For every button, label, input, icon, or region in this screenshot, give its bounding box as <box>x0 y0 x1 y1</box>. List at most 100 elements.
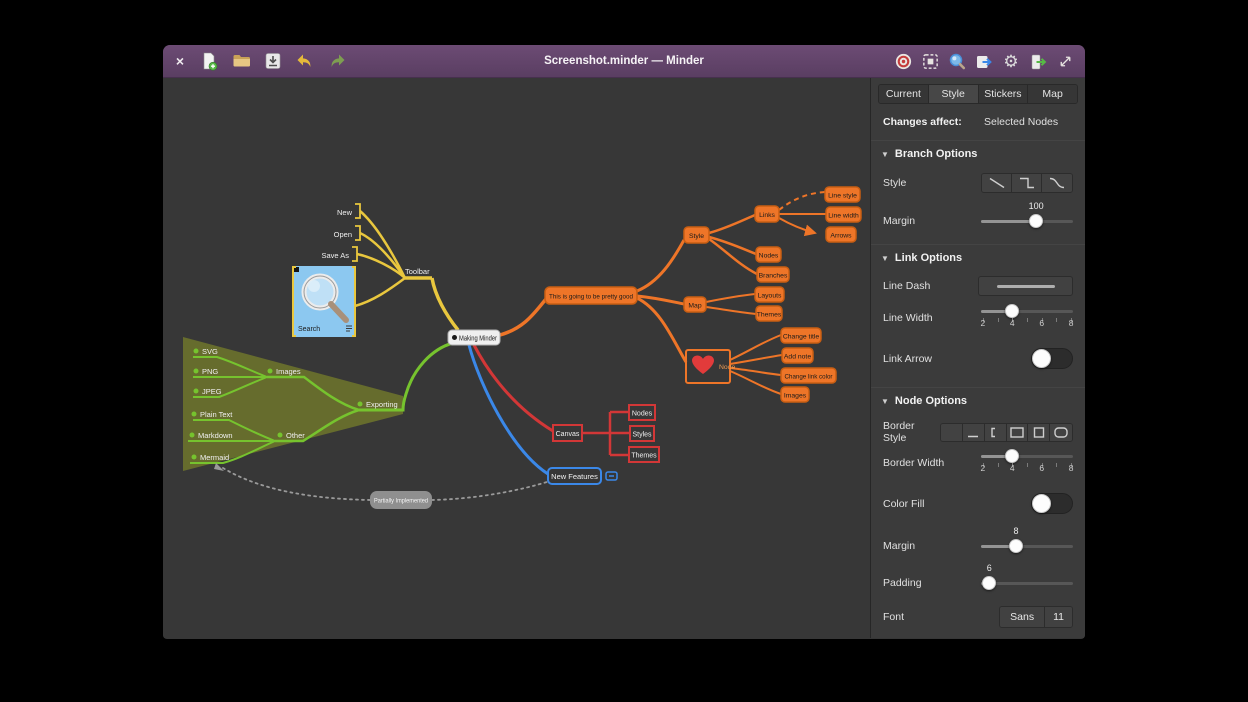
node-margin-slider[interactable]: 8 <box>981 539 1073 553</box>
border-rounded-button[interactable] <box>1050 424 1072 441</box>
slider-handle[interactable] <box>1029 214 1043 228</box>
branch-style-curved-button[interactable] <box>1042 174 1072 192</box>
slider-handle[interactable] <box>1009 539 1023 553</box>
border-width-slider[interactable]: 2 4 6 8 <box>981 449 1073 463</box>
slider-handle[interactable] <box>982 576 996 590</box>
border-box-button[interactable] <box>1007 424 1029 441</box>
svg-text:New Features: New Features <box>551 472 598 481</box>
tab-style[interactable]: Style <box>929 85 979 103</box>
branch-style-squared-button[interactable] <box>1012 174 1042 192</box>
bullet-icon <box>268 369 273 374</box>
new-document-button[interactable] <box>197 49 221 73</box>
node-exporting[interactable]: Exporting <box>366 400 398 409</box>
svg-text:Making Minder: Making Minder <box>459 335 498 342</box>
settings-button[interactable]: ⚙ <box>999 50 1023 74</box>
link-arrow-toggle[interactable] <box>1031 348 1073 369</box>
node-jpeg[interactable]: JPEG <box>202 387 222 396</box>
undo-button[interactable] <box>293 49 317 73</box>
node-root[interactable]: Making Minder <box>448 330 500 345</box>
svg-text:This is going to be pretty goo: This is going to be pretty good <box>549 294 633 301</box>
solid-line-icon <box>997 285 1055 288</box>
app-window: × <box>163 45 1085 639</box>
disclosure-triangle-icon: ▼ <box>881 397 889 406</box>
redo-button[interactable] <box>325 49 349 73</box>
zoom-button[interactable] <box>945 50 969 74</box>
sticker-dot-icon <box>452 335 457 340</box>
node-save-as[interactable]: Save As <box>321 251 349 260</box>
close-button[interactable]: × <box>171 52 189 70</box>
line-width-slider[interactable]: 2 4 6 8 <box>981 304 1073 318</box>
fullscreen-button[interactable] <box>1053 50 1077 74</box>
collapsed-indicator-icon[interactable] <box>606 472 617 480</box>
export-share-button[interactable] <box>972 50 996 74</box>
export-button[interactable] <box>1026 50 1050 74</box>
link-arrow-label: Link Arrow <box>883 353 932 365</box>
node-new[interactable]: New <box>337 208 353 217</box>
branch-style-straight-button[interactable] <box>982 174 1012 192</box>
mindmap-canvas[interactable]: Toolbar New Open Save As Search <box>163 78 870 638</box>
slider-handle[interactable] <box>1005 304 1019 318</box>
node-search[interactable]: Search <box>293 266 355 337</box>
undo-icon <box>295 51 315 71</box>
node-heart[interactable]: Node <box>686 350 735 383</box>
border-underline-button[interactable] <box>963 424 985 441</box>
changes-affect-selector[interactable]: Selected Nodes <box>984 116 1058 128</box>
svg-text:Themes: Themes <box>757 312 782 319</box>
changes-affect-label: Changes affect: <box>883 116 962 128</box>
svg-text:Styles: Styles <box>632 432 652 439</box>
tab-stickers[interactable]: Stickers <box>979 85 1029 103</box>
tab-map[interactable]: Map <box>1028 85 1077 103</box>
svg-text:Arrows: Arrows <box>830 233 852 240</box>
color-fill-toggle[interactable] <box>1031 493 1073 514</box>
branch-margin-label: Margin <box>883 215 915 227</box>
border-square-button[interactable] <box>1028 424 1050 441</box>
line-dash-label: Line Dash <box>883 280 930 292</box>
bullet-icon <box>194 389 199 394</box>
node-padding-slider[interactable]: 6 <box>981 576 1073 590</box>
svg-text:Add note: Add note <box>784 354 811 361</box>
svg-text:Style: Style <box>689 233 704 240</box>
tab-current[interactable]: Current <box>879 85 929 103</box>
save-button[interactable] <box>261 49 285 73</box>
branch-options-header[interactable]: ▼ Branch Options <box>881 148 977 160</box>
node-options-header[interactable]: ▼ Node Options <box>881 395 967 407</box>
node-svg[interactable]: SVG <box>202 347 218 356</box>
node-open[interactable]: Open <box>334 230 352 239</box>
border-style-buttons <box>940 423 1073 442</box>
node-other[interactable]: Other <box>286 431 305 440</box>
border-bracket-button[interactable] <box>985 424 1007 441</box>
svg-text:Images: Images <box>784 393 807 400</box>
heart-icon <box>692 356 714 375</box>
snap-grid-button[interactable] <box>918 50 942 74</box>
svg-text:Links: Links <box>759 212 775 219</box>
link-options-header[interactable]: ▼ Link Options <box>881 252 962 264</box>
gear-icon: ⚙ <box>1003 53 1018 70</box>
node-images[interactable]: Images <box>276 367 301 376</box>
branch-style-buttons <box>981 173 1073 193</box>
border-style-label: Border Style <box>883 420 940 444</box>
border-width-label: Border Width <box>883 457 944 469</box>
node-markdown[interactable]: Markdown <box>198 431 233 440</box>
share-icon <box>974 52 994 72</box>
magnifier-icon <box>947 52 967 72</box>
line-width-label: Line Width <box>883 312 933 324</box>
open-button[interactable] <box>229 49 253 73</box>
node-toolbar[interactable]: Toolbar <box>405 267 430 276</box>
svg-text:Branches: Branches <box>759 273 788 280</box>
node-mermaid[interactable]: Mermaid <box>200 453 229 462</box>
svg-text:Nodes: Nodes <box>759 253 779 260</box>
border-none-button[interactable] <box>941 424 963 441</box>
export-door-icon <box>1028 52 1048 72</box>
node-plain-text[interactable]: Plain Text <box>200 410 233 419</box>
resize-icon <box>1057 53 1074 70</box>
node-png[interactable]: PNG <box>202 367 218 376</box>
svg-text:Map: Map <box>688 303 701 310</box>
focus-mode-button[interactable] <box>891 50 915 74</box>
font-family-button[interactable]: Sans <box>1000 607 1045 627</box>
slider-handle[interactable] <box>1005 449 1019 463</box>
branch-margin-slider[interactable]: 100 <box>981 214 1073 228</box>
font-size-spinner[interactable]: 11 <box>1045 607 1072 627</box>
note-arrowhead <box>214 463 224 471</box>
line-dash-button[interactable] <box>978 276 1073 296</box>
bullet-icon <box>278 433 283 438</box>
